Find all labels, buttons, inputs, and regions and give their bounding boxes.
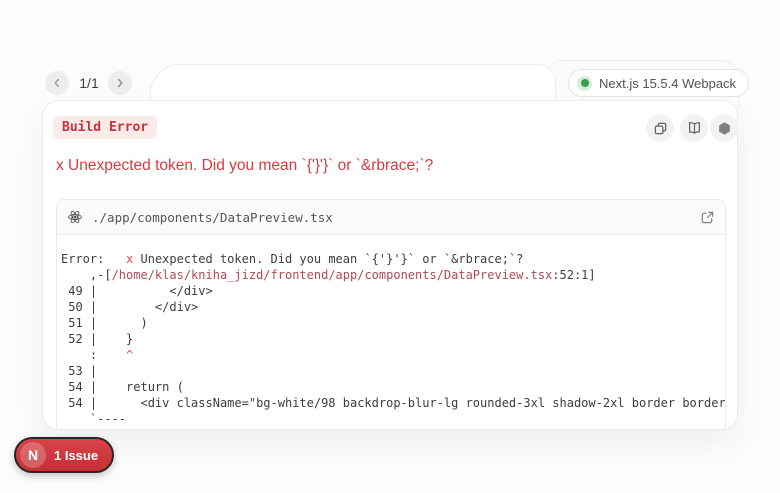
copy-error-button[interactable] xyxy=(646,114,674,142)
issues-indicator-badge[interactable]: N 1 Issue xyxy=(14,437,114,473)
code-line: 49 | </div> xyxy=(61,283,725,299)
status-dot-icon xyxy=(577,76,592,91)
code-line: 53 | xyxy=(61,363,725,379)
docs-button[interactable] xyxy=(680,114,708,142)
error-type-badge: Build Error xyxy=(53,116,157,139)
issue-count-label: 1 Issue xyxy=(54,448,98,463)
code-line: 51 | ) xyxy=(61,315,725,331)
code-frame: ./app/components/DataPreview.tsx Error: … xyxy=(56,199,726,430)
previous-error-button[interactable] xyxy=(45,71,69,95)
code-lines: Error: x Unexpected token. Did you mean … xyxy=(57,235,725,427)
file-path: ./app/components/DataPreview.tsx xyxy=(92,210,700,225)
external-link-icon[interactable] xyxy=(700,210,715,225)
next-error-button[interactable] xyxy=(108,71,132,95)
nodejs-hexagon-icon xyxy=(717,121,732,136)
code-line: 54 | return ( xyxy=(61,379,725,395)
copy-icon xyxy=(653,121,668,136)
code-line: Error: x Unexpected token. Did you mean … xyxy=(61,251,725,267)
code-line: 52 | } xyxy=(61,331,725,347)
nextjs-logo-icon: N xyxy=(20,442,46,468)
code-line: ,-[/home/klas/kniha_jizd/frontend/app/co… xyxy=(61,267,725,283)
nextjs-error-overlay: 1/1 Next.js 15.5.4 Webpack Build Error x… xyxy=(0,0,780,493)
code-line: `---- xyxy=(61,411,725,427)
version-label: Next.js 15.5.4 Webpack xyxy=(599,76,736,91)
nextjs-version-pill[interactable]: Next.js 15.5.4 Webpack xyxy=(568,69,749,97)
nodejs-inspector-button[interactable] xyxy=(710,114,738,142)
code-line: 54 | <div className="bg-white/98 backdro… xyxy=(61,395,725,411)
file-path-bar[interactable]: ./app/components/DataPreview.tsx xyxy=(57,200,725,235)
react-icon xyxy=(67,209,83,225)
code-line: 50 | </div> xyxy=(61,299,725,315)
chevron-left-icon xyxy=(50,76,64,90)
docs-book-icon xyxy=(687,121,702,136)
error-message-heading: x Unexpected token. Did you mean `{'}'}`… xyxy=(56,156,716,175)
error-dialog: Build Error x Unexpected token. Did you … xyxy=(42,100,738,430)
code-line: : ^ xyxy=(61,347,725,363)
error-pagination-count: 1/1 xyxy=(72,75,106,91)
chevron-right-icon xyxy=(113,76,127,90)
